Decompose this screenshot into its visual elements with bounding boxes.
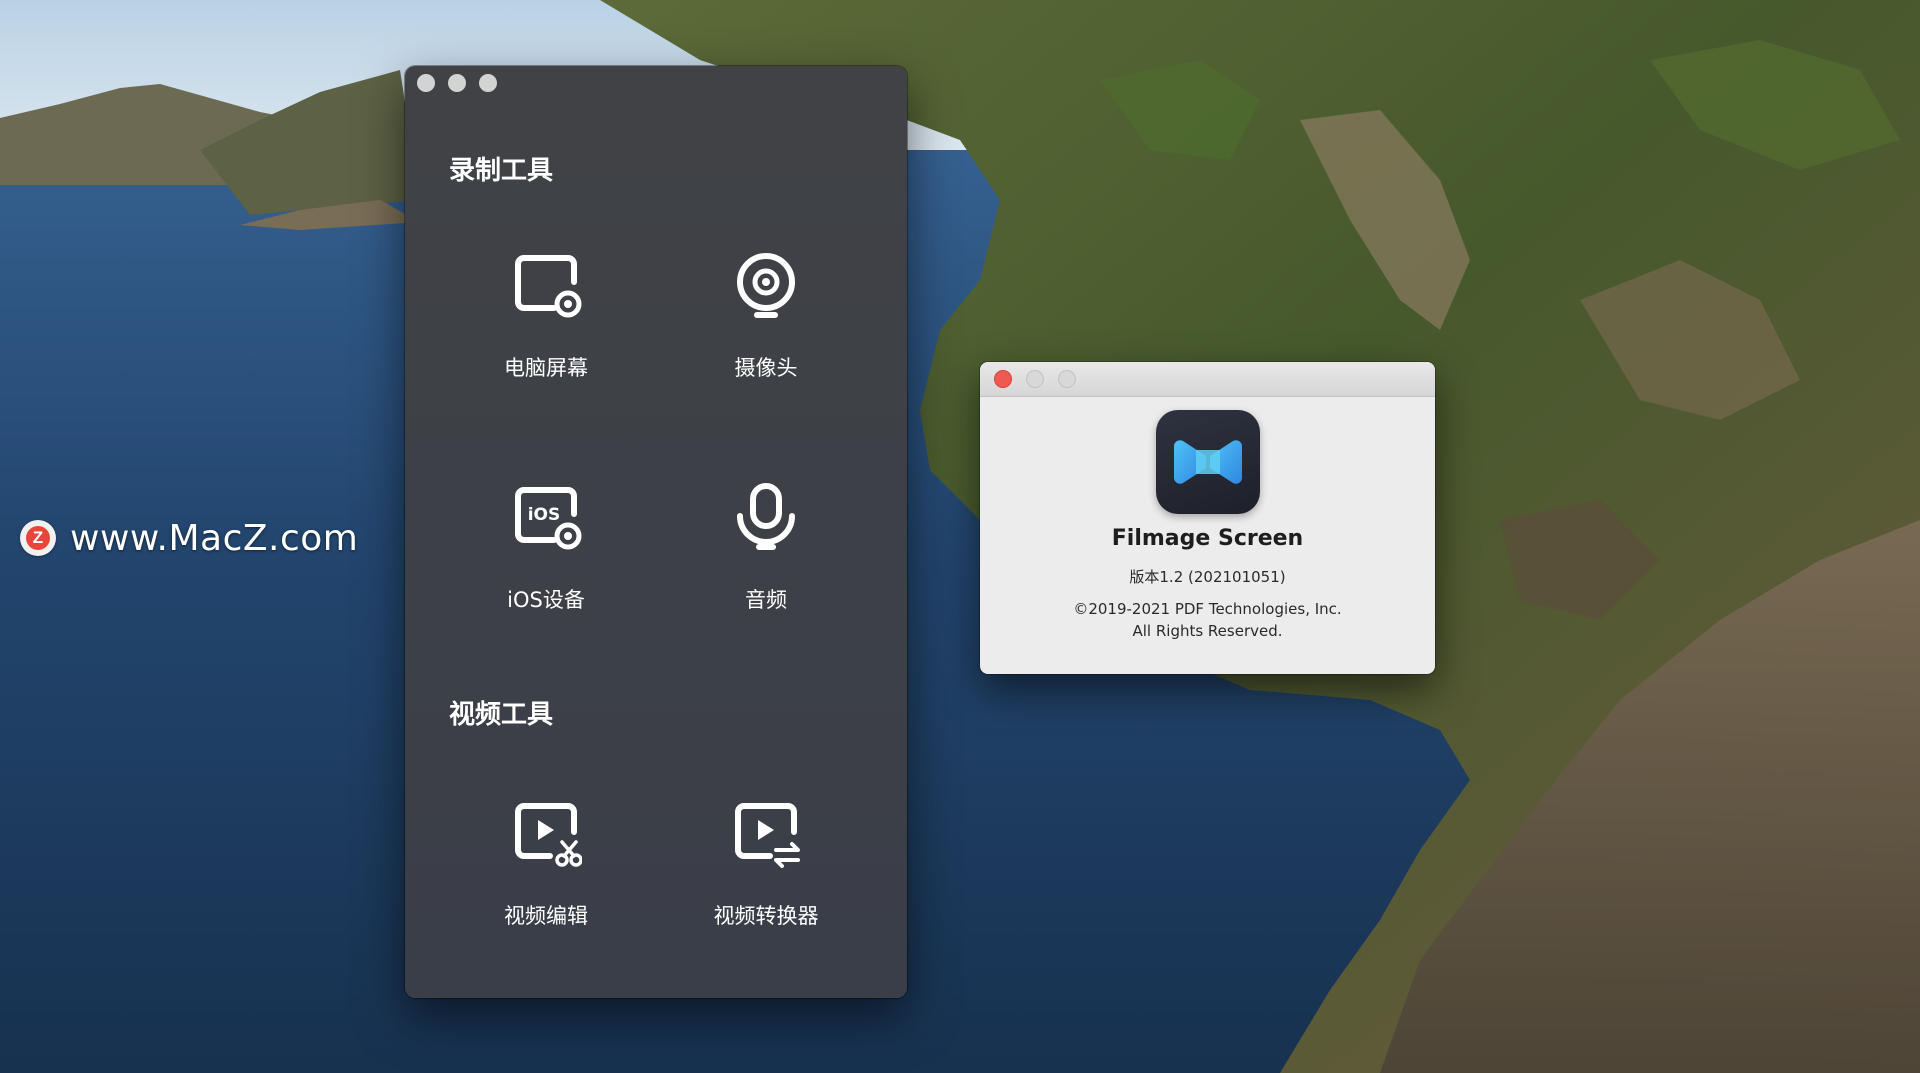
section-title-video: 视频工具	[449, 700, 554, 730]
tool-label: 视频编辑	[504, 904, 588, 928]
about-zoom-button	[1058, 370, 1076, 388]
close-button[interactable]	[417, 74, 435, 92]
video-convert-icon	[735, 803, 800, 868]
microphone-icon	[737, 483, 795, 550]
about-window: Filmage Screen 版本1.2 (202101051) ©2019-2…	[980, 362, 1435, 674]
video-edit-icon	[515, 803, 582, 867]
copyright-text: ©2019-2021 PDF Technologies, Inc.	[1073, 600, 1342, 618]
tool-label: 音频	[745, 588, 787, 612]
tool-label: 视频转换器	[713, 904, 819, 928]
tool-label: iOS设备	[507, 588, 585, 612]
about-titlebar	[980, 362, 1435, 397]
ios-device-icon: iOS	[515, 487, 582, 550]
screen-record-icon	[515, 255, 582, 318]
app-name: Filmage Screen	[1111, 526, 1304, 551]
tool-webcam[interactable]: 摄像头	[666, 250, 866, 390]
about-window-controls	[994, 370, 1076, 388]
about-close-button[interactable]	[994, 370, 1012, 388]
app-version: 版本1.2 (202101051)	[1129, 568, 1286, 586]
ios-badge-text: iOS	[528, 505, 561, 525]
about-minimize-button	[1026, 370, 1044, 388]
window-controls	[417, 74, 497, 92]
app-icon-glyph	[1174, 440, 1242, 484]
filmage-screen-app-icon	[1156, 410, 1260, 514]
main-window: 录制工具 电脑屏幕 摄像头 iOS iOS设备 音频 视频工具 视频编辑 视频转…	[405, 66, 907, 998]
webcam-icon	[737, 253, 795, 318]
tool-ios-device[interactable]: iOS iOS设备	[446, 482, 646, 622]
tool-label: 电脑屏幕	[504, 356, 588, 380]
watermark-logo-letter: Z	[26, 526, 50, 550]
watermark-logo: Z	[20, 520, 56, 556]
rights-text: All Rights Reserved.	[1132, 622, 1283, 640]
tool-video-edit[interactable]: 视频编辑	[446, 798, 646, 938]
minimize-button[interactable]	[448, 74, 466, 92]
tool-screen-record[interactable]: 电脑屏幕	[446, 250, 646, 390]
tool-label: 摄像头	[734, 356, 798, 380]
tool-video-convert[interactable]: 视频转换器	[666, 798, 866, 938]
tool-audio[interactable]: 音频	[666, 482, 866, 622]
watermark-text: www.MacZ.com	[70, 517, 359, 559]
watermark: Z www.MacZ.com	[20, 516, 358, 560]
section-title-recording: 录制工具	[449, 156, 554, 186]
zoom-button[interactable]	[479, 74, 497, 92]
